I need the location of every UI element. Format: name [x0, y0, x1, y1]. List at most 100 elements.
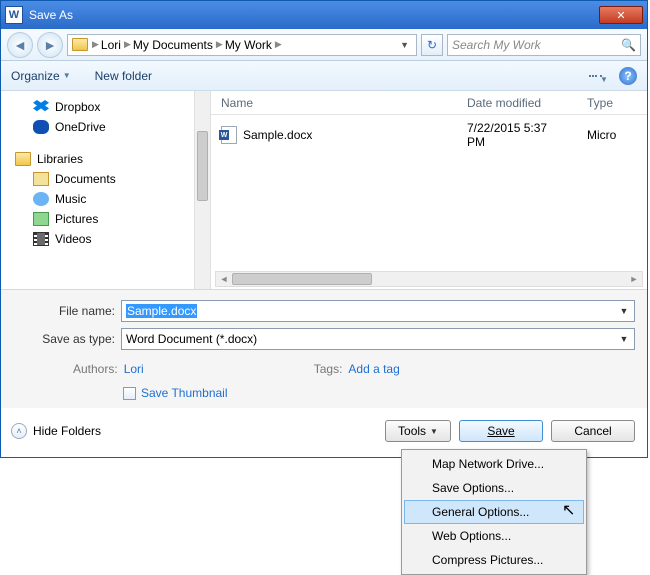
file-name-cell: Sample.docx	[243, 128, 312, 142]
music-icon	[33, 192, 49, 206]
tags-label: Tags:	[314, 362, 343, 376]
chevron-right-icon[interactable]: ▶	[92, 39, 99, 50]
scroll-left-icon[interactable]: ◄	[216, 272, 232, 286]
breadcrumb-label: My Work	[225, 38, 272, 52]
chevron-down-icon[interactable]: ▼	[616, 303, 632, 319]
chevron-down-icon: ▼	[430, 427, 438, 436]
menu-item-map-drive[interactable]: Map Network Drive...	[404, 452, 584, 476]
libraries-icon	[15, 152, 31, 166]
chevron-right-icon[interactable]: ▶	[275, 39, 282, 50]
column-headers: Name Date modified Type	[211, 91, 647, 115]
hide-folders-label: Hide Folders	[33, 424, 101, 438]
sidebar-item-onedrive[interactable]: OneDrive	[15, 117, 210, 137]
new-folder-label: New folder	[95, 69, 152, 83]
back-button[interactable]: ◄	[7, 32, 33, 58]
menu-item-web-options[interactable]: Web Options...	[404, 524, 584, 548]
navigation-pane[interactable]: Dropbox OneDrive Libraries Documents Mus…	[1, 91, 211, 289]
chevron-right-icon[interactable]: ▶	[124, 39, 131, 50]
organize-button[interactable]: Organize▼	[11, 69, 71, 83]
onedrive-icon	[33, 120, 49, 134]
file-row[interactable]: Sample.docx 7/22/2015 5:37 PM Micro	[211, 115, 647, 155]
menu-item-general-options[interactable]: General Options...	[404, 500, 584, 524]
tags-field[interactable]: Add a tag	[348, 362, 399, 376]
save-thumbnail-label: Save Thumbnail	[141, 386, 228, 400]
breadcrumb-segment[interactable]: My Documents▶	[133, 38, 223, 52]
column-header-name[interactable]: Name	[211, 96, 457, 110]
command-bar: Organize▼ New folder ▼ ?	[1, 61, 647, 91]
window-title: Save As	[29, 8, 599, 22]
tools-dropdown-menu: Map Network Drive... Save Options... Gen…	[401, 449, 587, 575]
save-label: Save	[487, 424, 514, 438]
horizontal-scrollbar[interactable]: ◄ ►	[215, 271, 643, 287]
sidebar-item-pictures[interactable]: Pictures	[15, 209, 210, 229]
save-button[interactable]: Save	[459, 420, 543, 442]
pictures-icon	[33, 212, 49, 226]
scroll-right-icon[interactable]: ►	[626, 272, 642, 286]
content-area: Dropbox OneDrive Libraries Documents Mus…	[1, 91, 647, 289]
file-name-input[interactable]: Sample.docx ▼	[121, 300, 635, 322]
chevron-down-icon[interactable]: ▼	[616, 331, 632, 347]
breadcrumb-label: My Documents	[133, 38, 213, 52]
sidebar-item-label: Libraries	[37, 152, 83, 166]
file-name-value: Sample.docx	[126, 304, 197, 318]
word-app-icon: W	[5, 6, 23, 24]
sidebar-item-documents[interactable]: Documents	[15, 169, 210, 189]
breadcrumb-segment[interactable]: My Work▶	[225, 38, 282, 52]
sidebar-item-label: Documents	[55, 172, 116, 186]
search-input[interactable]: Search My Work 🔍	[447, 34, 641, 56]
close-button[interactable]: ✕	[599, 6, 643, 24]
sidebar-item-label: Videos	[55, 232, 91, 246]
form-area: File name: Sample.docx▼ Save as type: Wo…	[1, 289, 647, 408]
videos-icon	[33, 232, 49, 246]
sidebar-item-label: Dropbox	[55, 100, 100, 114]
save-thumbnail-checkbox[interactable]: Save Thumbnail	[13, 376, 635, 400]
column-header-date[interactable]: Date modified	[457, 96, 577, 110]
chevron-up-icon: ˄	[11, 423, 27, 439]
forward-button[interactable]: ►	[37, 32, 63, 58]
save-as-type-select[interactable]: Word Document (*.docx) ▼	[121, 328, 635, 350]
word-document-icon	[221, 126, 237, 144]
menu-item-save-options[interactable]: Save Options...	[404, 476, 584, 500]
search-icon[interactable]: 🔍	[621, 38, 636, 52]
authors-field[interactable]: Lori	[124, 362, 144, 376]
sidebar-item-dropbox[interactable]: Dropbox	[15, 97, 210, 117]
cancel-label: Cancel	[574, 424, 611, 438]
sidebar-item-music[interactable]: Music	[15, 189, 210, 209]
refresh-button[interactable]: ↻	[421, 34, 443, 56]
sidebar-item-libraries[interactable]: Libraries	[15, 149, 210, 169]
breadcrumb-segment[interactable]: Lori▶	[101, 38, 131, 52]
folder-icon	[72, 38, 88, 51]
breadcrumb-label: Lori	[101, 38, 121, 52]
view-options-button[interactable]: ▼	[587, 67, 611, 85]
save-as-type-value: Word Document (*.docx)	[126, 332, 257, 346]
dropbox-icon	[33, 100, 49, 114]
hide-folders-button[interactable]: ˄ Hide Folders	[11, 423, 101, 439]
sidebar-scrollbar[interactable]	[194, 91, 210, 289]
file-name-label: File name:	[13, 304, 121, 318]
authors-label: Authors:	[73, 362, 118, 376]
scrollbar-thumb[interactable]	[197, 131, 208, 201]
checkbox-icon[interactable]	[123, 387, 136, 400]
help-button[interactable]: ?	[619, 67, 637, 85]
cancel-button[interactable]: Cancel	[551, 420, 635, 442]
address-dropdown-icon[interactable]: ▼	[397, 40, 412, 50]
sidebar-item-label: OneDrive	[55, 120, 106, 134]
documents-icon	[33, 172, 49, 186]
sidebar-item-label: Pictures	[55, 212, 98, 226]
chevron-right-icon[interactable]: ▶	[216, 39, 223, 50]
scrollbar-thumb[interactable]	[232, 273, 372, 285]
save-as-dialog: W Save As ✕ ◄ ► ▶ Lori▶ My Documents▶ My…	[0, 0, 648, 458]
organize-label: Organize	[11, 69, 60, 83]
sidebar-item-videos[interactable]: Videos	[15, 229, 210, 249]
chevron-down-icon: ▼	[63, 71, 71, 80]
titlebar[interactable]: W Save As ✕	[1, 1, 647, 29]
address-bar[interactable]: ▶ Lori▶ My Documents▶ My Work▶ ▼	[67, 34, 417, 56]
search-placeholder: Search My Work	[452, 38, 541, 52]
menu-item-compress-pictures[interactable]: Compress Pictures...	[404, 548, 584, 572]
tools-label: Tools	[398, 424, 426, 438]
file-list[interactable]: Name Date modified Type Sample.docx 7/22…	[211, 91, 647, 289]
file-type-cell: Micro	[577, 128, 626, 142]
tools-button[interactable]: Tools ▼	[385, 420, 451, 442]
column-header-type[interactable]: Type	[577, 96, 623, 110]
new-folder-button[interactable]: New folder	[95, 69, 152, 83]
